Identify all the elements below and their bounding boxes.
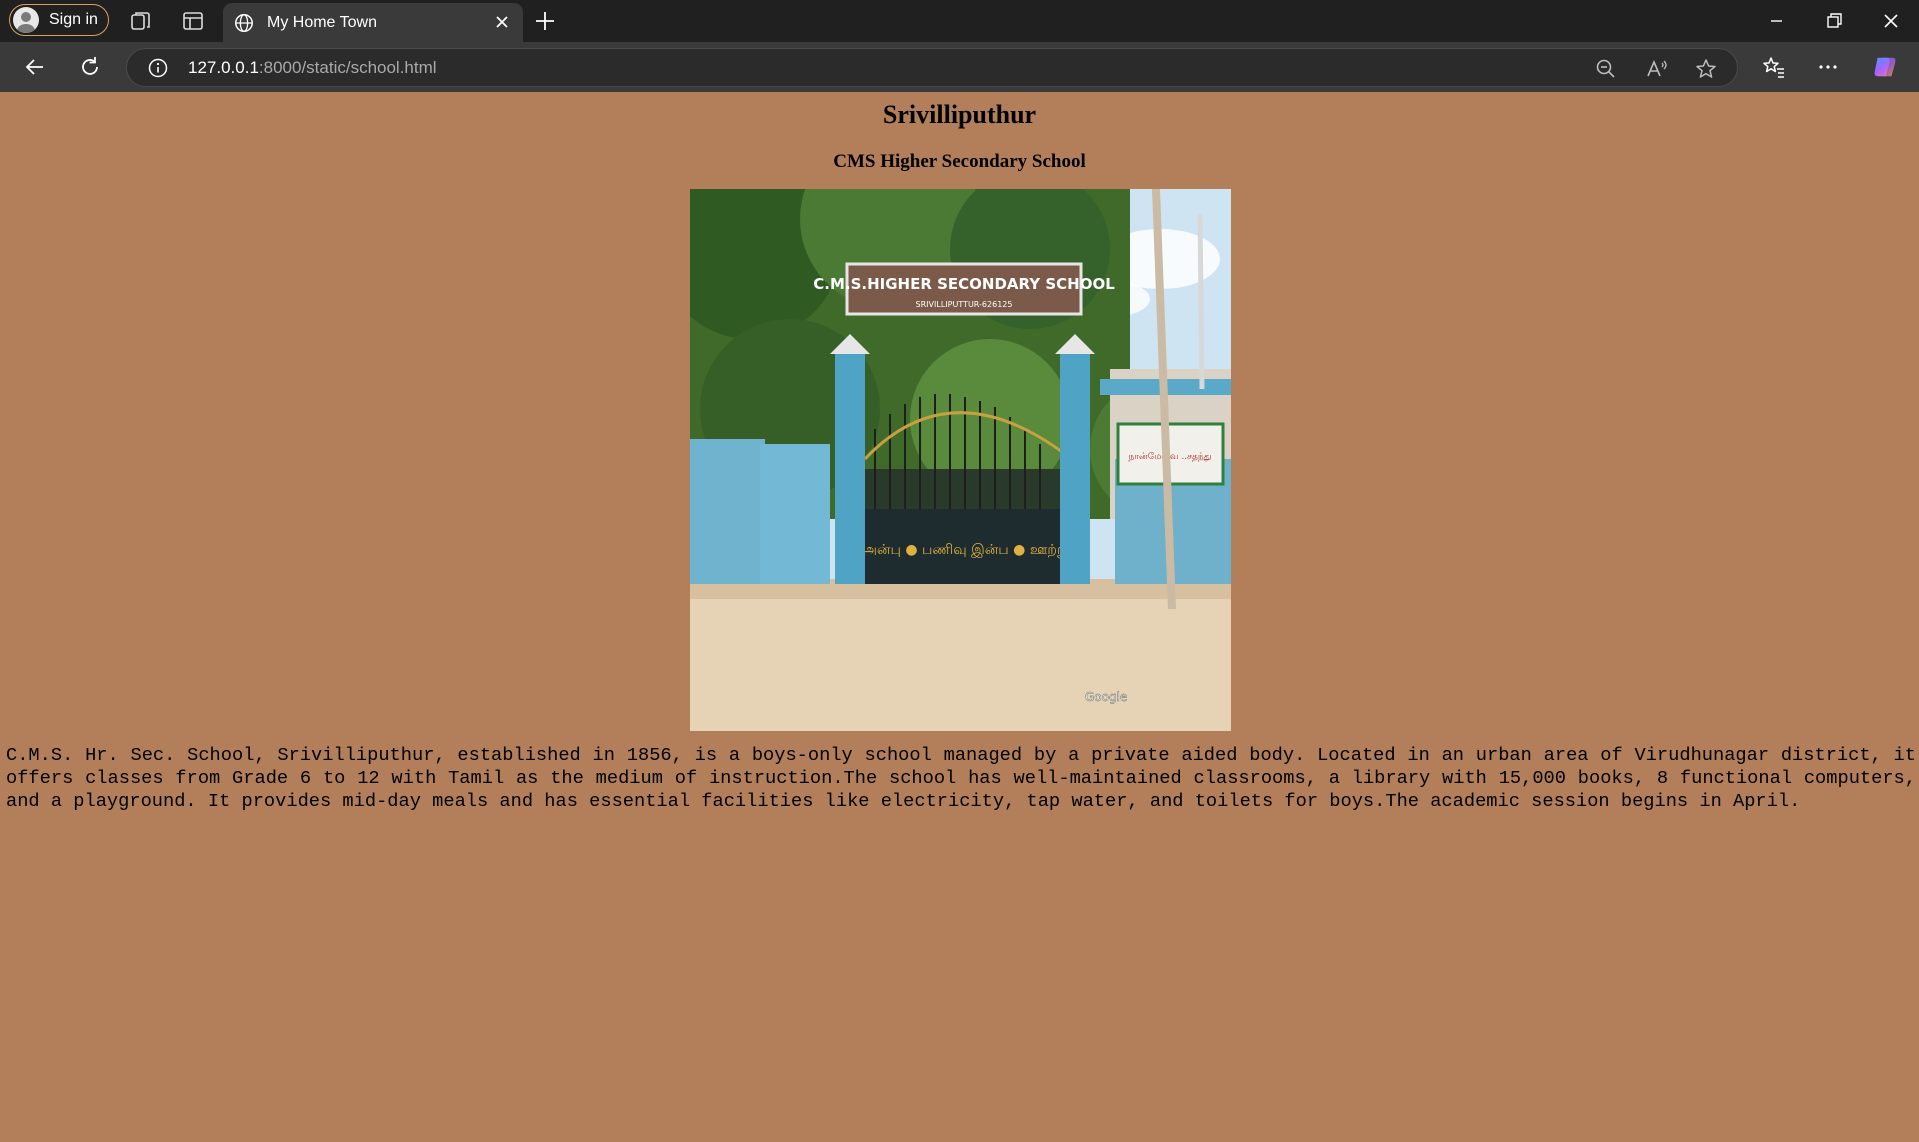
- school-sign-subtext: SRIVILLIPUTTUR-626125: [916, 300, 1013, 309]
- active-tab[interactable]: My Home Town: [223, 3, 523, 42]
- browser-toolbar: 127.0.0.1:8000/static/school.html: [0, 42, 1919, 92]
- profile-avatar-icon: [13, 7, 39, 33]
- sign-in-button[interactable]: Sign in: [9, 4, 109, 36]
- globe-icon: [235, 13, 253, 32]
- refresh-icon[interactable]: [77, 54, 103, 80]
- sign-in-label: Sign in: [49, 11, 98, 28]
- school-name-heading: CMS Higher Secondary School: [833, 151, 1086, 172]
- favorite-star-icon[interactable]: [1694, 57, 1718, 81]
- read-aloud-icon[interactable]: [1645, 57, 1669, 81]
- school-gate-photo: நான்மேவை ..சதந்து அன்பு ● பணிவு இன்ப ● ஊ…: [690, 189, 1231, 731]
- zoom-out-icon[interactable]: [1594, 57, 1618, 81]
- school-description: C.M.S. Hr. Sec. School, Srivilliputhur, …: [6, 744, 1916, 812]
- minimize-icon[interactable]: [1763, 8, 1789, 34]
- page-content: Srivilliputhur CMS Higher Secondary Scho…: [0, 92, 1919, 1142]
- more-options-icon[interactable]: [1815, 54, 1841, 80]
- url-path: :8000/static/school.html: [258, 58, 437, 77]
- browser-tab-bar: Sign in My Home Town: [0, 0, 1919, 42]
- address-bar[interactable]: 127.0.0.1:8000/static/school.html: [126, 48, 1738, 87]
- school-sign-text: C.M.S.HIGHER SECONDARY SCHOOL: [813, 275, 1115, 293]
- back-arrow-icon[interactable]: [22, 54, 48, 80]
- new-tab-icon[interactable]: [532, 8, 558, 34]
- vertical-tabs-icon[interactable]: [181, 9, 205, 33]
- site-info-icon[interactable]: [147, 57, 169, 79]
- favorites-icon[interactable]: [1761, 54, 1787, 80]
- tab-title: My Home Town: [267, 13, 377, 31]
- url-host: 127.0.0.1: [188, 58, 259, 77]
- gate-motto-text: அன்பு ● பணிவு இன்ப ● ஊற்று: [861, 542, 1068, 558]
- restore-icon[interactable]: [1821, 8, 1847, 34]
- workspaces-icon[interactable]: [129, 9, 153, 33]
- google-watermark: Google: [1085, 690, 1127, 704]
- close-tab-icon[interactable]: [493, 13, 511, 31]
- close-window-icon[interactable]: [1878, 8, 1904, 34]
- url-text[interactable]: 127.0.0.1:8000/static/school.html: [188, 58, 437, 78]
- page-title: Srivilliputhur: [882, 100, 1037, 129]
- copilot-icon[interactable]: [1872, 54, 1898, 80]
